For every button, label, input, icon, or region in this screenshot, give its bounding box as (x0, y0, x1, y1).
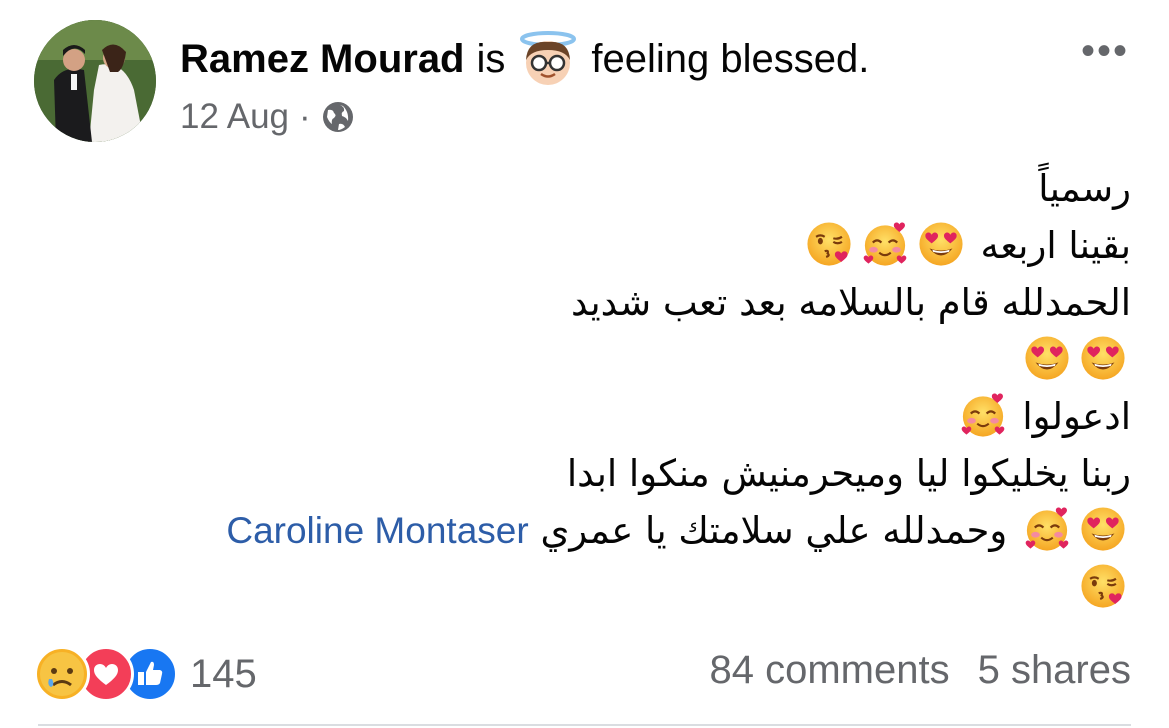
smiling-face-with-halo-icon (513, 30, 583, 88)
post-stats: 84 comments 5 shares (709, 648, 1131, 693)
post-line-7-text: وحمدلله علي سلامتك يا عمري (540, 509, 1008, 552)
smiling-face-with-hearts-icon (862, 221, 908, 267)
globe-icon[interactable] (321, 100, 355, 134)
post-line-5-text: ادعولوا (1022, 395, 1131, 438)
post-line-6: ربنا يخليكوا ليا وميحرمنيش منكوا ابدا (566, 452, 1131, 495)
more-options-icon[interactable]: ••• (1081, 31, 1129, 71)
shares-count[interactable]: 5 shares (978, 648, 1131, 693)
heart-eyes-icon (1080, 506, 1126, 552)
mention-link[interactable]: Caroline Montaser (226, 510, 528, 551)
post-footer: 145 84 comments 5 shares (30, 640, 1131, 702)
meta-separator: · (299, 97, 311, 136)
is-word: is (476, 37, 506, 81)
post-date[interactable]: 12 Aug (180, 97, 289, 137)
sad-reaction-icon (34, 646, 90, 702)
post-line-2: بقينا اربعه (51, 217, 1131, 274)
reaction-count[interactable]: 145 (190, 652, 257, 697)
post-line-8 (51, 559, 1131, 616)
face-blowing-kiss-icon (1080, 563, 1126, 609)
post-line-7: وحمدلله علي سلامتك يا عمري Caroline Mont… (51, 502, 1131, 559)
heart-eyes-icon (918, 221, 964, 267)
post-body: رسمياً بقينا اربعه الحمدلله قام بالسلامه… (51, 160, 1131, 616)
author-avatar[interactable] (34, 20, 156, 142)
post-line-4 (51, 331, 1131, 388)
post-meta: 12 Aug · (180, 97, 355, 137)
post-line-1: رسمياً (1038, 167, 1131, 210)
feeling-text[interactable]: feeling blessed. (591, 30, 869, 88)
post-line-2-text: بقينا اربعه (980, 224, 1131, 267)
post-header: Ramez Mourad is feeling blessed. (180, 30, 869, 88)
author-name[interactable]: Ramez Mourad (180, 30, 465, 88)
face-blowing-kiss-icon (806, 221, 852, 267)
footer-divider (38, 724, 1131, 726)
smiling-face-with-hearts-icon (960, 392, 1006, 438)
reactions-summary[interactable]: 145 (34, 646, 257, 702)
heart-eyes-icon (1024, 335, 1070, 381)
heart-eyes-icon (1080, 335, 1126, 381)
comments-count[interactable]: 84 comments (709, 648, 949, 693)
post-line-3: الحمدلله قام بالسلامه بعد تعب شديد (570, 281, 1131, 324)
post-line-5: ادعولوا (51, 388, 1131, 445)
smiling-face-with-hearts-icon (1024, 506, 1070, 552)
